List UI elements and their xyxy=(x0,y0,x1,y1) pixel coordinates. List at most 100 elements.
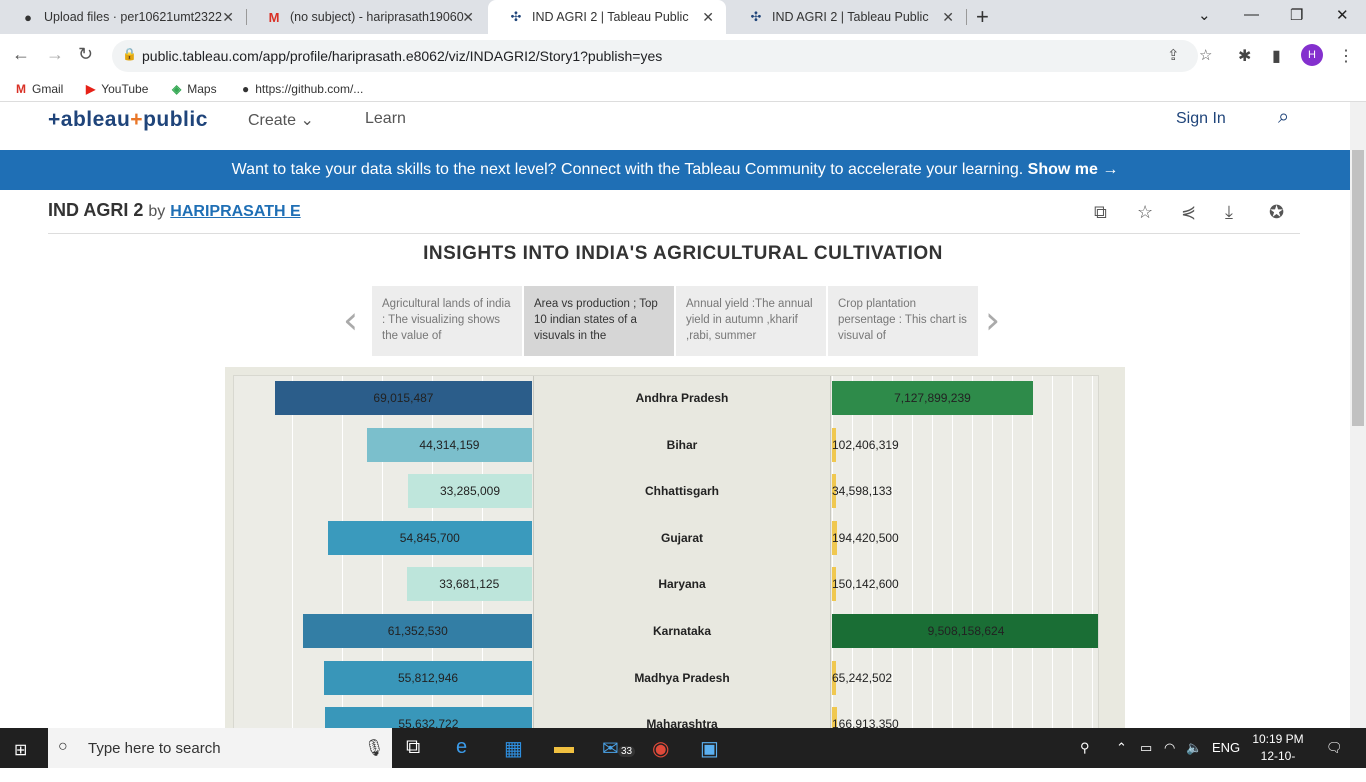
chevron-up-icon[interactable]: ⌃ xyxy=(1116,740,1127,756)
area-bar-label: 33,681,125 xyxy=(439,577,500,592)
tableau-public-logo[interactable]: +ableau+public xyxy=(48,108,208,132)
lock-icon: 🔒 xyxy=(122,47,137,61)
state-label: Maharashtra xyxy=(646,717,718,728)
profile-avatar[interactable]: H xyxy=(1301,44,1323,66)
people-icon[interactable]: ⚲ xyxy=(1080,740,1090,756)
area-bar[interactable]: 61,352,530 xyxy=(303,614,532,648)
language-indicator[interactable]: ENG xyxy=(1212,740,1240,755)
area-bar[interactable]: 33,681,125 xyxy=(406,567,532,602)
bookmark-youtube[interactable]: ▶ YouTube xyxy=(86,82,148,96)
download-icon[interactable]: ⤓ xyxy=(1225,202,1233,223)
area-bar[interactable]: 55,632,722 xyxy=(324,707,532,728)
tab-ind-agri[interactable]: ✣ IND AGRI 2 | Tableau Public ✕ xyxy=(728,0,966,34)
area-bar[interactable]: 33,285,009 xyxy=(408,474,532,509)
page-scrollbar[interactable] xyxy=(1350,102,1366,728)
bookmark-label: https://github.com/... xyxy=(255,82,364,96)
badge-icon[interactable]: ✪ xyxy=(1269,202,1284,223)
area-bar-label: 44,314,159 xyxy=(419,437,480,452)
close-icon[interactable]: ✕ xyxy=(942,9,954,26)
tab-gmail[interactable]: M (no subject) - hariprasath19060 ✕ xyxy=(246,0,486,34)
chevron-down-icon: ⌄ xyxy=(300,112,314,129)
nav-create-label: Create xyxy=(248,112,297,129)
logo-main: +ableau xyxy=(48,108,131,131)
bookmark-gmail[interactable]: M Gmail xyxy=(16,82,63,96)
production-bar-label: 150,142,600 xyxy=(832,577,899,592)
copy-icon[interactable]: ⧉ xyxy=(1094,202,1107,223)
photos-icon[interactable]: ▣ xyxy=(700,736,719,761)
wifi-icon[interactable]: ◠ xyxy=(1164,740,1175,756)
area-bar[interactable]: 69,015,487 xyxy=(274,381,532,415)
file-explorer-icon[interactable]: ▬ xyxy=(554,736,574,759)
tab-title: IND AGRI 2 | Tableau Public xyxy=(532,10,689,24)
bookmark-star-icon[interactable]: ☆ xyxy=(1199,46,1212,64)
notification-icon[interactable]: 🗨 xyxy=(1326,740,1343,756)
reload-icon[interactable]: ↻ xyxy=(78,44,93,65)
battery-icon[interactable]: ▭ xyxy=(1140,740,1152,756)
github-icon: ● xyxy=(24,9,32,25)
back-icon[interactable]: ← xyxy=(12,44,30,65)
bookmark-github[interactable]: ● https://github.com/... xyxy=(242,82,363,96)
production-bar-label: 166,913,350 xyxy=(832,717,899,728)
area-bar[interactable]: 55,812,946 xyxy=(324,660,532,695)
volume-icon[interactable]: 🔈 xyxy=(1186,740,1202,756)
close-icon[interactable]: ✕ xyxy=(702,9,714,26)
url-text: public.tableau.com/app/profile/hariprasa… xyxy=(142,48,663,64)
state-label: Chhattisgarh xyxy=(644,484,719,499)
nav-learn[interactable]: Learn xyxy=(365,110,406,128)
task-view-icon[interactable]: ⧉ xyxy=(406,736,420,759)
store-icon[interactable]: ▦ xyxy=(504,736,523,761)
tab-search-icon[interactable]: ⌄ xyxy=(1198,6,1211,24)
forward-icon[interactable]: → xyxy=(46,44,64,65)
area-bar[interactable]: 44,314,159 xyxy=(366,427,532,462)
mail-icon[interactable]: ✉ xyxy=(602,736,619,761)
scrollbar-thumb[interactable] xyxy=(1352,150,1364,426)
share-icon[interactable]: ⇪ xyxy=(1167,46,1180,64)
side-panel-icon[interactable]: ▮ xyxy=(1272,46,1281,66)
gmail-icon: M xyxy=(268,9,280,25)
edge-icon[interactable]: e xyxy=(456,736,467,759)
area-bar[interactable]: 54,845,700 xyxy=(327,520,532,555)
taskbar-search[interactable]: ○ Type here to search 🎙 xyxy=(48,728,392,768)
nav-create[interactable]: Create ⌄ xyxy=(248,110,314,130)
favorite-star-icon[interactable]: ☆ xyxy=(1137,202,1153,223)
story-next-icon[interactable]: › xyxy=(985,298,1000,342)
mail-badge: 33 xyxy=(618,746,636,757)
area-bar-label: 55,632,722 xyxy=(398,717,459,728)
search-icon: ○ xyxy=(58,738,68,755)
close-icon[interactable]: ✕ xyxy=(222,9,234,26)
banner-text: Want to take your data skills to the nex… xyxy=(231,161,1024,178)
new-tab-button[interactable]: + xyxy=(976,4,989,30)
viz-header: IND AGRI 2 by HARIPRASATH E xyxy=(48,200,301,221)
close-icon[interactable]: ✕ xyxy=(462,9,474,26)
clock[interactable]: 10:19 PM 12-10-2023 xyxy=(1248,731,1308,782)
restore-icon[interactable]: ❐ xyxy=(1290,6,1303,24)
bookmark-label: Maps xyxy=(187,82,217,96)
state-label: Bihar xyxy=(666,437,698,452)
search-icon[interactable]: ⌕ xyxy=(1278,106,1289,129)
story-point-4[interactable]: Crop plantation persentage : This chart … xyxy=(828,286,978,356)
maps-icon: ◈ xyxy=(172,82,182,96)
tab-upload-files[interactable]: ● Upload files · per10621umt2322 ✕ xyxy=(0,0,246,34)
tableau-viz: 69,015,487 Andhra Pradesh 7,127,899,239 44,… xyxy=(225,367,1125,728)
chrome-icon[interactable]: ◉ xyxy=(652,736,669,761)
story-point-3[interactable]: Annual yield :The annual yield in autumn… xyxy=(676,286,826,356)
tab-ind-agri-active[interactable]: ✣ IND AGRI 2 | Tableau Public ✕ xyxy=(488,0,726,34)
window-close-icon[interactable]: ✕ xyxy=(1336,6,1349,24)
extensions-icon[interactable]: ✱ xyxy=(1238,46,1251,66)
show-me-link[interactable]: Show me → xyxy=(1028,161,1119,178)
bookmark-maps[interactable]: ◈ Maps xyxy=(172,82,217,96)
sign-in-link[interactable]: Sign In xyxy=(1176,110,1226,128)
minimize-icon[interactable]: — xyxy=(1244,6,1259,23)
url-field[interactable]: 🔒 public.tableau.com/app/profile/haripra… xyxy=(112,40,1212,72)
gridline xyxy=(912,376,913,728)
story-point-1[interactable]: Agricultural lands of india : The visual… xyxy=(372,286,522,356)
microphone-icon[interactable]: 🎙 xyxy=(364,738,384,758)
menu-icon[interactable]: ⋮ xyxy=(1338,46,1354,66)
windows-start-icon[interactable]: ⊞ xyxy=(14,740,27,760)
author-link[interactable]: HARIPRASATH E xyxy=(170,203,300,220)
story-prev-icon[interactable]: ‹ xyxy=(343,298,358,342)
tab-title: (no subject) - hariprasath19060 xyxy=(290,10,464,24)
area-bar-label: 61,352,530 xyxy=(387,624,448,638)
share-icon[interactable]: ⋞ xyxy=(1181,202,1196,223)
story-point-2[interactable]: Area vs production ; Top 10 indian state… xyxy=(524,286,674,356)
